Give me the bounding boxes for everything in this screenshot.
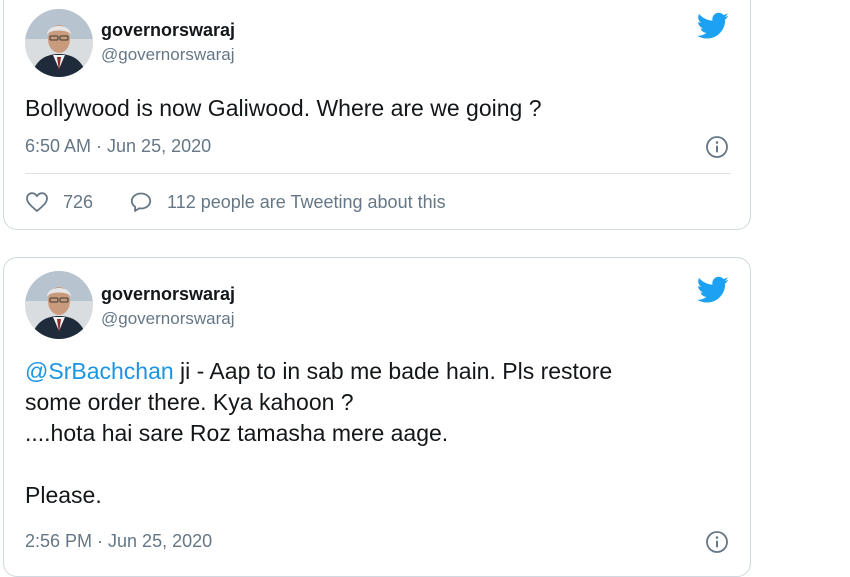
like-count: 726 bbox=[63, 191, 94, 212]
like-button[interactable]: 726 bbox=[25, 191, 129, 213]
display-name[interactable]: governorswaraj bbox=[101, 20, 235, 41]
divider bbox=[25, 173, 731, 174]
info-icon[interactable] bbox=[705, 530, 729, 554]
info-icon[interactable] bbox=[705, 135, 729, 159]
tweet-text: @SrBachchan ji - Aap to in sab me bade h… bbox=[25, 356, 725, 511]
heart-icon bbox=[26, 192, 48, 212]
avatar[interactable] bbox=[25, 271, 93, 339]
user-handle[interactable]: @governorswaraj bbox=[101, 45, 234, 65]
twitter-bird-icon[interactable] bbox=[697, 12, 729, 40]
tweet-timestamp[interactable]: 2:56 PM · Jun 25, 2020 bbox=[25, 531, 212, 552]
speech-bubble-icon bbox=[130, 192, 152, 212]
tweet-text: Bollywood is now Galiwood. Where are we … bbox=[25, 95, 542, 121]
twitter-bird-icon[interactable] bbox=[697, 276, 729, 304]
display-name[interactable]: governorswaraj bbox=[101, 284, 235, 305]
mention-link[interactable]: @SrBachchan bbox=[25, 358, 174, 384]
tweet-card[interactable]: governorswaraj @governorswaraj Bollywood… bbox=[3, 0, 751, 230]
tweeting-link[interactable]: 112 people are Tweeting about this bbox=[129, 191, 446, 213]
tweet-timestamp[interactable]: 6:50 AM · Jun 25, 2020 bbox=[25, 136, 211, 157]
tweet-card[interactable]: governorswaraj @governorswaraj @SrBachch… bbox=[3, 257, 751, 577]
user-handle[interactable]: @governorswaraj bbox=[101, 309, 234, 329]
tweeting-count-label: 112 people are Tweeting about this bbox=[167, 191, 446, 212]
tweet-actions: 726 112 people are Tweeting about this bbox=[25, 187, 446, 217]
avatar[interactable] bbox=[25, 9, 93, 77]
